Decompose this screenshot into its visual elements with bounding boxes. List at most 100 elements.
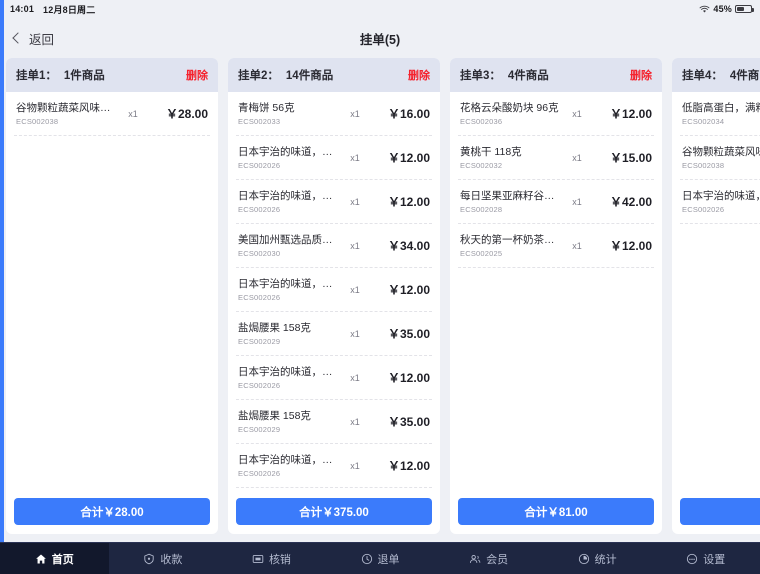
tab-stats[interactable]: 统计 — [543, 543, 652, 574]
order-item-row[interactable]: 日本宇治的味道，抹茶拿铁… ECS002026 x1 ￥12.00 — [236, 356, 432, 400]
order-item-qty: x1 — [128, 108, 138, 119]
bottom-tab-bar: 首页 收款 核销 退单 会员 统计 设置 — [0, 542, 760, 574]
held-order-title: 挂单3： 4件商品 — [460, 67, 549, 83]
order-item-info: 低脂高蛋白，满籽蕉 ECS002034 — [682, 101, 760, 127]
order-item-name: 谷物颗粒蔬菜风味牛奶面包 … — [16, 101, 120, 114]
order-item-qty: x1 — [350, 460, 360, 471]
held-orders-list[interactable]: 挂单1： 1件商品 删除谷物颗粒蔬菜风味牛奶面包 … ECS002038 x1 ￥28.0… — [0, 58, 760, 542]
held-order-items: 谷物颗粒蔬菜风味牛奶面包 … ECS002038 x1 ￥28.00 — [6, 92, 218, 491]
tab-collect[interactable]: 收款 — [109, 543, 218, 574]
order-item-name: 盐焗腰果 158克 — [238, 321, 311, 334]
order-item-qty: x1 — [350, 240, 360, 251]
order-item-info: 日本宇治的味道，抹茶拿铁… ECS002026 — [238, 277, 342, 303]
order-item-price: ￥16.00 — [387, 107, 430, 121]
held-order-card[interactable]: 挂单1： 1件商品 删除谷物颗粒蔬菜风味牛奶面包 … ECS002038 x1 ￥28.0… — [6, 58, 218, 534]
haidan-page: 14:01 12月8日周二 45% 返回 挂单(5) 挂单1： 1件商品 删除 谷物颗… — [0, 0, 760, 574]
held-order-card[interactable]: 挂单3： 4件商品 删除花格云朵酸奶块 96克 ECS002036 x1 ￥12.00 黄桃… — [450, 58, 662, 534]
order-total-button[interactable]: 合计￥375.00 — [236, 498, 432, 525]
order-item-qty: x1 — [350, 372, 360, 383]
order-item-row[interactable]: 谷物颗粒蔬菜风味牛 ECS002038 — [680, 136, 760, 180]
order-item-info: 日本宇治的味道，抹茶拿铁… ECS002026 — [238, 365, 342, 391]
order-item-price: ￥12.00 — [609, 107, 652, 121]
order-item-row[interactable]: 每日坚果亚麻籽谷物燕麦片 … ECS002028 x1 ￥42.00 — [458, 180, 654, 224]
order-item-price: ￥12.00 — [387, 195, 430, 209]
held-order-footer: 合计￥81.00 — [450, 491, 662, 534]
order-item-code: ECS002026 — [238, 160, 281, 170]
order-item-name: 盐焗腰果 158克 — [238, 409, 311, 422]
order-item-row[interactable]: 谷物颗粒蔬菜风味牛奶面包 … ECS002038 x1 ￥28.00 — [14, 92, 210, 136]
order-item-info: 谷物颗粒蔬菜风味牛奶面包 … ECS002038 — [16, 101, 120, 127]
delete-order-button[interactable]: 删除 — [630, 67, 652, 83]
order-item-price: ￥15.00 — [609, 151, 652, 165]
refund-icon — [361, 553, 373, 565]
order-item-row[interactable]: 日本宇治的味道，抹茶拿铁… ECS002026 x1 ￥12.00 — [236, 180, 432, 224]
order-item-price: ￥12.00 — [387, 283, 430, 297]
order-total-button[interactable] — [680, 498, 760, 525]
status-bar: 14:01 12月8日周二 45% — [0, 0, 760, 18]
held-order-card[interactable]: 挂单4： 4件商低脂高蛋白，满籽蕉 ECS002034 谷物颗粒蔬菜风味牛 ECS002… — [672, 58, 760, 534]
order-item-qty: x1 — [572, 152, 582, 163]
order-item-name: 日本宇治的味道，抹茶拿铁… — [238, 145, 342, 158]
order-item-qty: x1 — [350, 284, 360, 295]
order-total-button[interactable]: 合计￥28.00 — [14, 498, 210, 525]
held-order-card-header: 挂单1： 1件商品 删除 — [6, 58, 218, 92]
tab-label: 会员 — [486, 553, 509, 566]
clock-chart-icon — [578, 553, 590, 565]
order-item-info: 日本宇治的味道，抹茶拿铁… ECS002026 — [238, 453, 342, 479]
ticket-icon — [252, 553, 264, 565]
order-item-row[interactable]: 盐焗腰果 158克 ECS002029 x1 ￥35.00 — [236, 400, 432, 444]
order-item-name: 日本宇治的味道，抹茶拿铁… — [238, 277, 342, 290]
tab-verify[interactable]: 核销 — [217, 543, 326, 574]
order-item-row[interactable]: 盐焗腰果 158克 ECS002029 x1 ￥35.00 — [236, 312, 432, 356]
order-item-name: 秋天的第一杯奶茶味，芝芝… — [460, 233, 564, 246]
order-item-code: ECS002025 — [460, 248, 503, 258]
order-item-row[interactable]: 低脂高蛋白，满籽蕉 ECS002034 — [680, 92, 760, 136]
order-item-name: 黄桃干 118克 — [460, 145, 522, 158]
order-item-price: ￥42.00 — [609, 195, 652, 209]
order-item-row[interactable]: 美国加州甄选品质，原香大… ECS002030 x1 ￥34.00 — [236, 224, 432, 268]
tab-label: 核销 — [268, 553, 291, 566]
order-item-row[interactable]: 日本宇治的味道，抹茶拿铁… ECS002026 x1 ￥12.00 — [236, 268, 432, 312]
order-item-code: ECS002034 — [682, 116, 725, 126]
order-item-name: 青梅饼 56克 — [238, 101, 295, 114]
order-item-row[interactable]: 黄桃干 118克 ECS002032 x1 ￥15.00 — [458, 136, 654, 180]
order-item-row[interactable]: 秋天的第一杯奶茶味，芝芝… ECS002025 x1 ￥12.00 — [458, 224, 654, 268]
tab-home[interactable]: 首页 — [0, 543, 109, 574]
order-item-info: 日本宇治的味道，抹茶拿铁… ECS002026 — [238, 145, 342, 171]
tab-member[interactable]: 会员 — [434, 543, 543, 574]
wallet-icon — [143, 553, 155, 565]
order-item-row[interactable]: 花格云朵酸奶块 96克 ECS002036 x1 ￥12.00 — [458, 92, 654, 136]
delete-order-button[interactable]: 删除 — [186, 67, 208, 83]
order-item-info: 美国加州甄选品质，原香大… ECS002030 — [238, 233, 342, 259]
held-order-footer: 合计￥375.00 — [228, 491, 440, 534]
status-bar-left: 14:01 12月8日周二 — [10, 3, 95, 16]
order-item-row[interactable]: 青梅饼 56克 ECS002033 x1 ￥16.00 — [236, 92, 432, 136]
held-order-card-header: 挂单3： 4件商品 删除 — [450, 58, 662, 92]
tab-refund[interactable]: 退单 — [326, 543, 435, 574]
tab-settings[interactable]: 设置 — [651, 543, 760, 574]
order-item-info: 盐焗腰果 158克 ECS002029 — [238, 321, 342, 347]
delete-order-button[interactable]: 删除 — [408, 67, 430, 83]
order-item-code: ECS002026 — [238, 204, 281, 214]
order-item-code: ECS002030 — [238, 248, 281, 258]
tab-label: 收款 — [160, 553, 183, 566]
home-icon — [35, 553, 47, 565]
held-order-title: 挂单4： 4件商 — [682, 67, 759, 83]
order-item-info: 秋天的第一杯奶茶味，芝芝… ECS002025 — [460, 233, 564, 259]
order-item-row[interactable]: 日本宇治的味道，抹茶拿铁… ECS002026 x1 ￥12.00 — [236, 136, 432, 180]
order-item-qty: x1 — [572, 196, 582, 207]
back-button[interactable]: 返回 — [12, 29, 54, 48]
order-item-row[interactable]: 日本宇治的味道，抹 ECS002026 — [680, 180, 760, 224]
order-item-price: ￥35.00 — [387, 415, 430, 429]
order-item-info: 日本宇治的味道，抹茶拿铁… ECS002026 — [238, 189, 342, 215]
order-item-info: 青梅饼 56克 ECS002033 — [238, 101, 342, 127]
held-order-card[interactable]: 挂单2： 14件商品 删除 青梅饼 56克 ECS002033 x1 ￥16.00 日本宇治的… — [228, 58, 440, 534]
held-order-label: 挂单2： — [238, 70, 279, 82]
order-item-price: ￥12.00 — [387, 371, 430, 385]
tab-label: 统计 — [594, 553, 617, 566]
order-item-name: 低脂高蛋白，满籽蕉 — [682, 101, 760, 114]
order-item-price: ￥28.00 — [165, 107, 208, 121]
order-item-row[interactable]: 日本宇治的味道，抹茶拿铁… ECS002026 x1 ￥12.00 — [236, 444, 432, 488]
tab-label: 首页 — [51, 553, 74, 566]
order-total-button[interactable]: 合计￥81.00 — [458, 498, 654, 525]
